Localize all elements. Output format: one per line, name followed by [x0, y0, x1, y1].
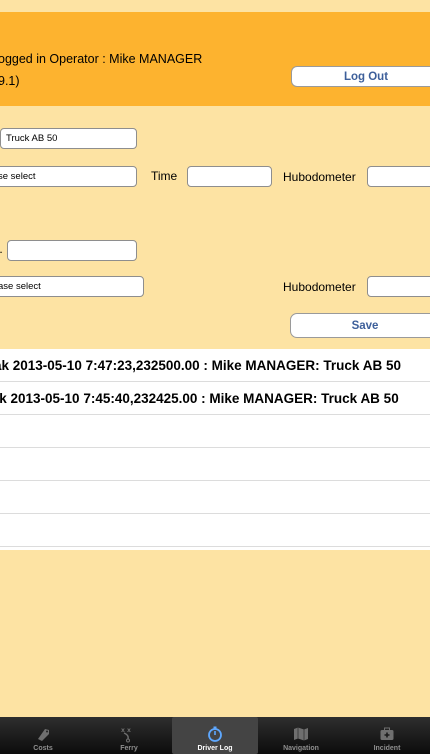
vehicle-field[interactable]: Truck AB 50: [0, 128, 137, 149]
secondary-select[interactable]: ase select: [0, 276, 144, 297]
activity-select[interactable]: se select: [0, 166, 137, 187]
list-item[interactable]: ak 2013-05-10 7:47:23,232500.00 : Mike M…: [0, 349, 430, 382]
list-item: [0, 415, 430, 448]
logout-button[interactable]: Log Out: [291, 66, 430, 87]
map-icon: [294, 727, 308, 741]
stopwatch-icon: [208, 726, 222, 742]
log-entry-text: rk 2013-05-10 7:45:40,232425.00 : Mike M…: [0, 390, 399, 406]
tab-label: Driver Log: [197, 745, 233, 752]
operator-text: ogged in Operator : Mike MANAGER: [0, 52, 203, 66]
log-entry-text: ak 2013-05-10 7:47:23,232500.00 : Mike M…: [0, 357, 401, 373]
first-aid-icon: [380, 727, 394, 740]
tab-label: Navigation: [283, 745, 319, 752]
svg-text:x x: x x: [121, 727, 131, 734]
time-field[interactable]: [187, 166, 272, 187]
tab-bar: Costs x x Ferry Driver Log Navigation In…: [0, 717, 430, 754]
save-button[interactable]: Save: [290, 313, 430, 338]
tab-label: Incident: [373, 745, 401, 752]
list-item: [0, 514, 430, 547]
hubodometer-label-2: Hubodometer: [283, 280, 356, 294]
list-item[interactable]: rk 2013-05-10 7:45:40,232425.00 : Mike M…: [0, 382, 430, 415]
tab-driver-log[interactable]: Driver Log: [172, 717, 258, 754]
route-icon: x x: [121, 727, 131, 743]
header-bar: ogged in Operator : Mike MANAGER 9.1) Lo…: [0, 12, 430, 106]
tag-icon: [38, 729, 49, 741]
hubodometer-field-2[interactable]: [367, 276, 430, 297]
time-label: Time: [151, 169, 178, 183]
list-item: [0, 481, 430, 514]
tab-label: Ferry: [120, 745, 138, 752]
tab-incident[interactable]: Incident: [344, 717, 430, 754]
version-text: 9.1): [0, 74, 20, 88]
tab-ferry[interactable]: x x Ferry: [86, 717, 172, 754]
tab-label: Costs: [33, 745, 53, 752]
log-list: ak 2013-05-10 7:47:23,232500.00 : Mike M…: [0, 349, 430, 550]
list-item: [0, 448, 430, 481]
top-strip: [0, 0, 430, 12]
tab-costs[interactable]: Costs: [0, 717, 86, 754]
secondary-field[interactable]: [7, 240, 137, 261]
hubodometer-label: Hubodometer: [283, 170, 356, 184]
tab-navigation[interactable]: Navigation: [258, 717, 344, 754]
hubodometer-field[interactable]: [367, 166, 430, 187]
short-label: ..: [0, 242, 3, 256]
